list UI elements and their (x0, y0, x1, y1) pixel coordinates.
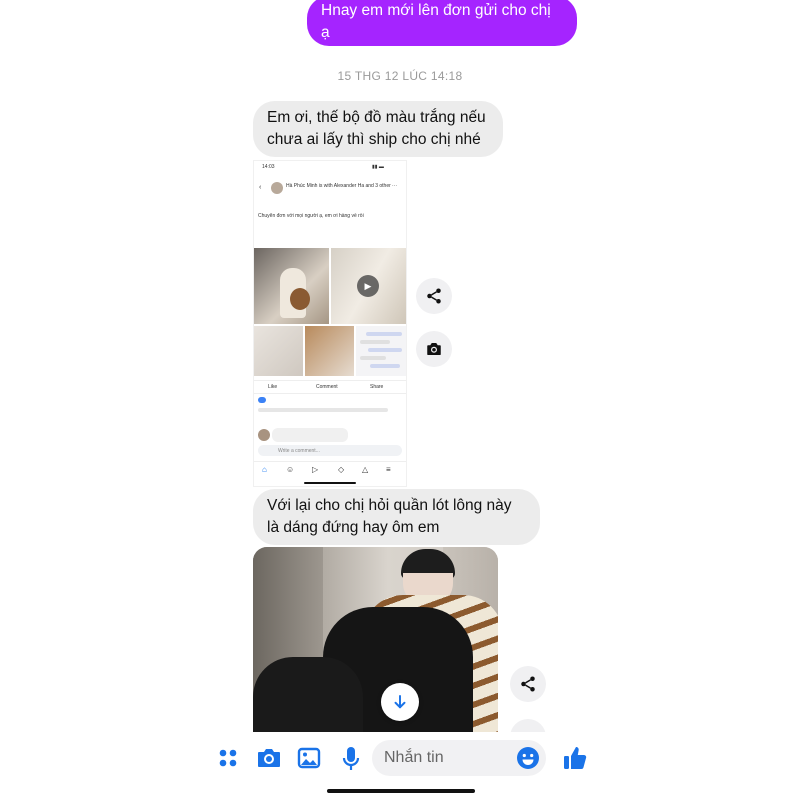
bell-icon[interactable]: △ (362, 465, 368, 474)
camera-button[interactable] (416, 331, 452, 367)
voice-button[interactable] (341, 746, 361, 772)
arrow-down-icon (394, 695, 406, 709)
reaction-icon (258, 397, 266, 403)
apps-grid-icon (219, 749, 237, 767)
home-icon[interactable]: ⌂ (262, 465, 267, 474)
friends-icon[interactable]: ☺ (286, 465, 294, 474)
post-actions: Like Comment Share (254, 380, 406, 394)
play-icon[interactable]: ▶ (357, 275, 379, 297)
comment-bubble (272, 428, 348, 442)
like-button[interactable] (562, 745, 588, 771)
camera-icon (258, 749, 280, 767)
post-caption: Chuyển đơn với mọi người ạ, em ơi hàng v… (258, 213, 364, 219)
share-icon (521, 676, 535, 692)
post-photo (305, 326, 354, 376)
comment-placeholder: Write a comment... (278, 448, 320, 454)
back-arrow-icon: ‹ (259, 184, 262, 191)
video-icon[interactable]: ▷ (312, 465, 318, 474)
share-button[interactable] (510, 666, 546, 702)
menu-icon[interactable]: ≡ (386, 465, 391, 474)
incoming-message[interactable]: Em ơi, thế bộ đồ màu trắng nếu chưa ai l… (253, 101, 503, 157)
comment-input[interactable]: Write a comment... (258, 445, 402, 456)
message-text: Em ơi, thế bộ đồ màu trắng nếu chưa ai l… (267, 109, 486, 148)
left-margin (0, 0, 200, 800)
apps-button[interactable] (216, 746, 240, 770)
message-input[interactable]: Nhắn tin (372, 740, 546, 776)
message-input-placeholder: Nhắn tin (384, 749, 444, 766)
status-time: 14:03 (262, 164, 275, 170)
avatar (271, 182, 283, 194)
post-chat-screenshot (356, 326, 406, 376)
post-author: Hà Phúc Minh is with Alexander Ha and 3 … (286, 183, 391, 189)
right-margin (600, 0, 800, 800)
chat-thread[interactable]: Hnay em mới lên đơn gửi cho chị ạ 15 THG… (200, 0, 600, 800)
camera-icon (427, 343, 441, 355)
incoming-message[interactable]: Với lại cho chị hỏi quần lót lông này là… (253, 489, 540, 545)
shared-post-screenshot[interactable]: 14:03 ▮▮ ▬ ‹ Hà Phúc Minh is with Alexan… (253, 160, 407, 487)
emoji-icon[interactable] (516, 746, 540, 770)
gallery-button[interactable] (297, 746, 321, 770)
post-video[interactable]: ▶ (331, 248, 406, 324)
microphone-icon (342, 747, 360, 770)
image-icon (297, 747, 321, 769)
home-indicator (304, 482, 356, 484)
timestamp: 15 THG 12 LÚC 14:18 (337, 69, 463, 83)
more-icon: ··· (392, 183, 397, 189)
like-action[interactable]: Like (268, 384, 277, 390)
message-text: Với lại cho chị hỏi quần lót lông này là… (267, 497, 512, 536)
post-photo (254, 248, 329, 324)
marketplace-icon[interactable]: ◇ (338, 465, 344, 474)
home-indicator (327, 789, 475, 793)
post-text-line (258, 408, 388, 412)
message-text: Hnay em mới lên đơn gửi cho chị ạ (321, 2, 551, 41)
comment-action[interactable]: Comment (316, 384, 338, 390)
share-icon (427, 288, 441, 304)
thumbs-up-icon (564, 747, 587, 769)
avatar (258, 429, 270, 441)
outgoing-message[interactable]: Hnay em mới lên đơn gửi cho chị ạ (307, 0, 577, 46)
camera-button[interactable] (256, 746, 282, 770)
status-icons: ▮▮ ▬ (372, 164, 384, 170)
share-action[interactable]: Share (370, 384, 383, 390)
post-photo (254, 326, 303, 376)
share-button[interactable] (416, 278, 452, 314)
scroll-to-bottom-button[interactable] (381, 683, 419, 721)
photo-attachment[interactable] (253, 547, 498, 737)
